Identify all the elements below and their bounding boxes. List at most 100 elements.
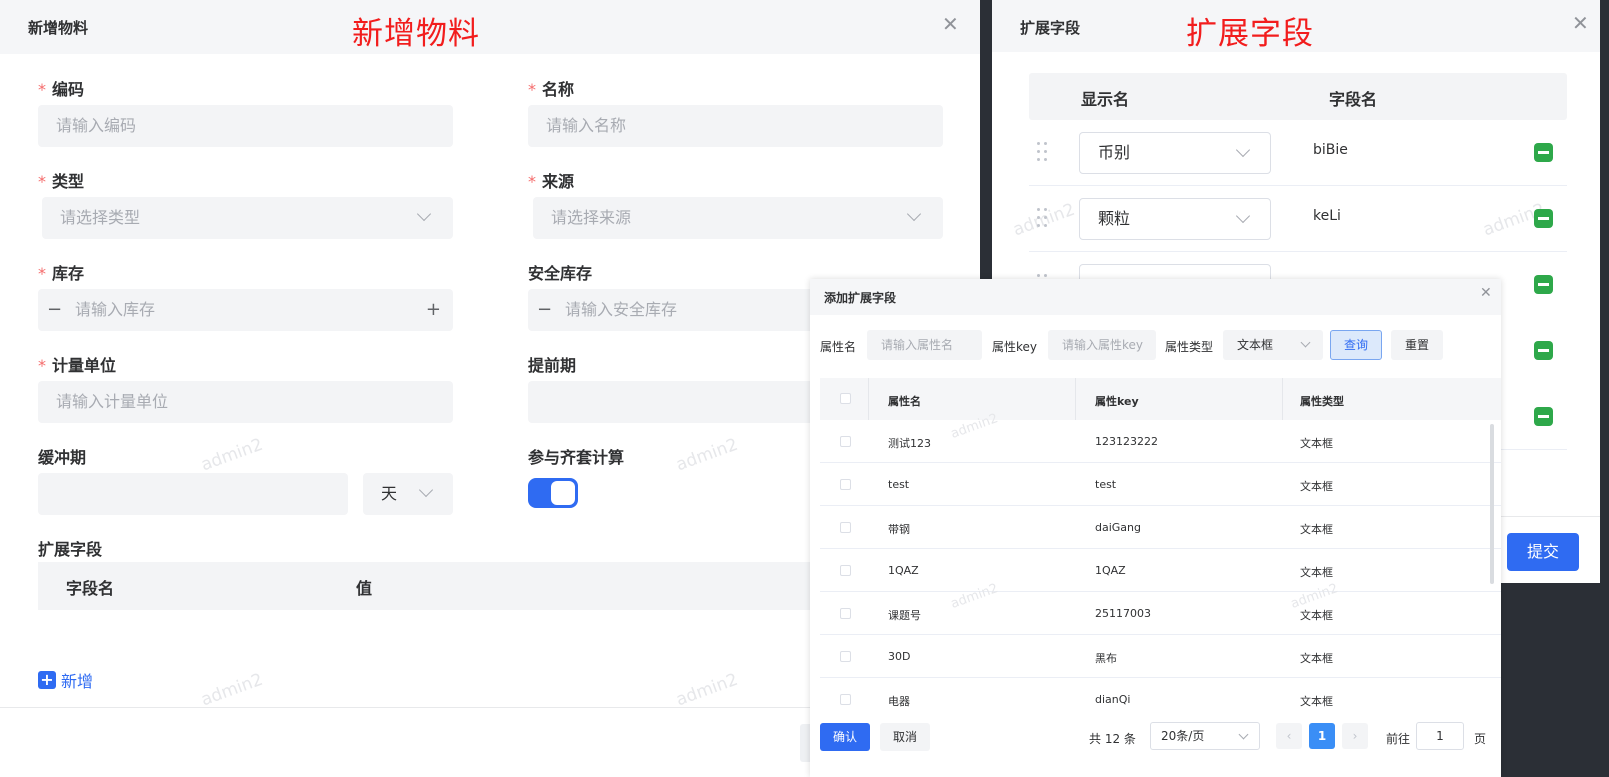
table-row[interactable]: test test 文本框 bbox=[820, 463, 1501, 506]
table-scrollbar[interactable] bbox=[1490, 424, 1494, 584]
cell-attr-key: 123123222 bbox=[1095, 435, 1158, 448]
table-row[interactable]: 课题号 25117003 文本框 bbox=[820, 592, 1501, 635]
close-icon[interactable]: ✕ bbox=[942, 14, 959, 34]
select-all-checkbox[interactable] bbox=[840, 393, 851, 404]
field-name: biBie bbox=[1313, 142, 1348, 158]
cell-attr-key: test bbox=[1095, 478, 1117, 491]
table-row[interactable]: 测试123 123123222 文本框 bbox=[820, 420, 1501, 463]
stock-placeholder: 请输入库存 bbox=[75, 300, 156, 319]
watermark: admin2 bbox=[198, 669, 266, 711]
cell-attr-name: 带钢 bbox=[888, 523, 910, 536]
buffer-input[interactable] bbox=[38, 473, 348, 515]
remove-row-button[interactable] bbox=[1534, 209, 1553, 228]
cell-attr-type: 文本框 bbox=[1300, 566, 1333, 579]
cell-attr-name: 课题号 bbox=[888, 609, 921, 622]
table-row[interactable]: 带钢 daiGang 文本框 bbox=[820, 506, 1501, 549]
col-value: 值 bbox=[356, 579, 373, 598]
row-checkbox[interactable] bbox=[840, 608, 851, 619]
col-attr-name: 属性名 bbox=[888, 395, 921, 408]
remove-row-button[interactable] bbox=[1534, 143, 1553, 162]
drag-handle-icon[interactable] bbox=[1037, 208, 1049, 228]
cell-attr-type: 文本框 bbox=[1300, 609, 1333, 622]
stock-stepper[interactable]: − 请输入库存 + bbox=[38, 289, 453, 331]
row-checkbox[interactable] bbox=[840, 694, 851, 705]
display-name-select[interactable]: 币别 bbox=[1079, 132, 1271, 174]
cell-attr-name: 测试123 bbox=[888, 437, 931, 450]
kit-calc-switch[interactable] bbox=[528, 478, 578, 508]
row-checkbox[interactable] bbox=[840, 522, 851, 533]
goto-label: 前往 bbox=[1386, 732, 1411, 746]
remove-row-button[interactable] bbox=[1534, 341, 1553, 360]
attr-key-input[interactable]: 请输入属性key bbox=[1048, 330, 1156, 360]
source-select[interactable]: 请选择来源 bbox=[533, 197, 943, 239]
chevron-down-icon bbox=[416, 206, 432, 222]
cell-attr-type: 文本框 bbox=[1300, 437, 1333, 450]
col-field-name: 字段名 bbox=[1329, 90, 1378, 109]
goto-page-input[interactable]: 1 bbox=[1416, 722, 1464, 750]
plus-icon: + bbox=[38, 671, 56, 689]
remove-row-button[interactable] bbox=[1534, 275, 1553, 294]
cell-attr-key: 黑布 bbox=[1095, 652, 1117, 665]
row-checkbox[interactable] bbox=[840, 565, 851, 576]
close-icon[interactable]: ✕ bbox=[1480, 286, 1492, 300]
reset-button[interactable]: 重置 bbox=[1391, 330, 1443, 360]
cell-attr-type: 文本框 bbox=[1300, 523, 1333, 536]
row-checkbox[interactable] bbox=[840, 436, 851, 447]
cell-attr-key: 1QAZ bbox=[1095, 564, 1126, 577]
dialog-title: 新增物料 bbox=[28, 19, 89, 37]
col-display-name: 显示名 bbox=[1081, 90, 1130, 109]
stock-label: * 库存 bbox=[38, 264, 85, 283]
unit-label: * 计量单位 bbox=[38, 356, 117, 375]
type-select-placeholder: 请选择类型 bbox=[60, 208, 141, 227]
cell-attr-key: dianQi bbox=[1095, 693, 1131, 706]
attr-type-select[interactable]: 文本框 bbox=[1223, 330, 1323, 360]
cancel-button[interactable]: 取消 bbox=[880, 723, 930, 751]
row-checkbox[interactable] bbox=[840, 651, 851, 662]
page-1-button[interactable]: 1 bbox=[1309, 723, 1335, 749]
increase-button[interactable]: + bbox=[426, 289, 441, 331]
chevron-down-icon bbox=[1300, 337, 1311, 348]
submit-button[interactable]: 提交 bbox=[1507, 533, 1579, 571]
field-name: keLi bbox=[1313, 208, 1341, 224]
decrease-button[interactable]: − bbox=[47, 289, 62, 331]
column-divider bbox=[868, 378, 869, 420]
buffer-unit-value: 天 bbox=[381, 484, 398, 503]
name-label: * 名称 bbox=[528, 80, 575, 99]
ext-table-header: 显示名 字段名 bbox=[1029, 73, 1567, 120]
type-select[interactable]: 请选择类型 bbox=[42, 197, 453, 239]
drag-handle-icon[interactable] bbox=[1037, 142, 1049, 162]
table-row[interactable]: 30D 黑布 文本框 bbox=[820, 635, 1501, 678]
prev-page-button[interactable]: ‹ bbox=[1276, 723, 1302, 749]
attr-type-value: 文本框 bbox=[1237, 338, 1274, 352]
source-select-placeholder: 请选择来源 bbox=[551, 208, 632, 227]
add-label: 新增 bbox=[61, 672, 94, 691]
cell-attr-key: daiGang bbox=[1095, 521, 1141, 534]
query-button[interactable]: 查询 bbox=[1330, 330, 1382, 360]
display-name-select[interactable]: 颗粒 bbox=[1079, 198, 1271, 240]
buffer-unit-select[interactable]: 天 bbox=[363, 473, 453, 515]
page-size-value: 20条/页 bbox=[1161, 729, 1205, 743]
add-ext-button[interactable]: + 新增 bbox=[38, 668, 93, 692]
close-icon[interactable]: ✕ bbox=[1572, 13, 1589, 33]
decrease-button[interactable]: − bbox=[537, 289, 552, 331]
chevron-down-icon bbox=[906, 206, 922, 222]
unit-input[interactable]: 请输入计量单位 bbox=[38, 381, 453, 423]
confirm-button[interactable]: 确认 bbox=[820, 723, 870, 751]
attr-type-label: 属性类型 bbox=[1165, 340, 1214, 354]
page-size-select[interactable]: 20条/页 bbox=[1150, 722, 1260, 750]
annotation-label: 扩展字段 bbox=[1186, 16, 1314, 52]
remove-row-button[interactable] bbox=[1534, 407, 1553, 426]
chevron-down-icon bbox=[1235, 142, 1251, 158]
cell-attr-type: 文本框 bbox=[1300, 652, 1333, 665]
dialog-header: 新增物料 新增物料 ✕ bbox=[0, 0, 980, 54]
name-input[interactable]: 请输入名称 bbox=[528, 105, 943, 147]
buffer-label: 缓冲期 bbox=[38, 448, 87, 467]
ext-table-header: 字段名 值 bbox=[38, 562, 842, 610]
attr-name-input[interactable]: 请输入属性名 bbox=[867, 330, 982, 360]
next-page-button[interactable]: › bbox=[1342, 723, 1368, 749]
code-input[interactable]: 请输入编码 bbox=[38, 105, 453, 147]
row-checkbox[interactable] bbox=[840, 479, 851, 490]
cell-attr-type: 文本框 bbox=[1300, 480, 1333, 493]
table-row[interactable]: 1QAZ 1QAZ 文本框 bbox=[820, 549, 1501, 592]
lead-time-label: 提前期 bbox=[528, 356, 577, 375]
